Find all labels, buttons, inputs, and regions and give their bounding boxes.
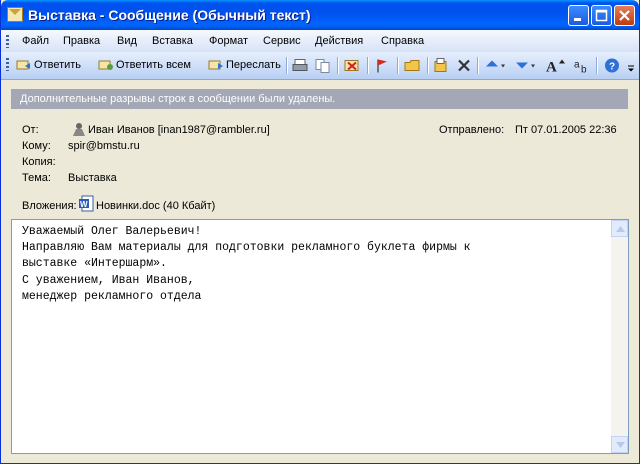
print-icon[interactable] bbox=[292, 56, 308, 75]
sent-label: Отправлено: bbox=[439, 124, 505, 136]
copy-icon[interactable] bbox=[315, 56, 331, 75]
svg-text:W: W bbox=[80, 200, 88, 209]
body-line: С уважением, Иван Иванов, bbox=[22, 273, 195, 287]
forward-button[interactable]: Переслать bbox=[208, 56, 281, 75]
message-body[interactable]: Уважаемый Олег Валерьевич! Направляю Вам … bbox=[11, 219, 629, 454]
attachments-label: Вложения: bbox=[22, 200, 77, 212]
junk-mail-icon[interactable] bbox=[344, 56, 360, 75]
vertical-scrollbar[interactable] bbox=[611, 220, 628, 453]
to-value[interactable]: spir@bmstu.ru bbox=[68, 140, 140, 152]
scroll-down-arrow-icon bbox=[616, 442, 625, 448]
toolbar-separator bbox=[286, 57, 288, 74]
scroll-up-arrow-icon bbox=[616, 226, 625, 232]
message-text[interactable]: Уважаемый Олег Валерьевич! Направляю Вам … bbox=[22, 224, 471, 305]
reply-label: Ответить bbox=[34, 59, 82, 71]
contact-icon bbox=[73, 123, 85, 136]
to-label: Кому: bbox=[22, 140, 51, 152]
menu-edit[interactable]: Правка bbox=[63, 35, 100, 47]
subject-value: Выставка bbox=[68, 172, 117, 184]
reply-button[interactable]: Ответить bbox=[16, 56, 81, 75]
toolbar-separator bbox=[337, 57, 339, 74]
reply-all-icon bbox=[98, 60, 113, 71]
delete-icon[interactable] bbox=[456, 56, 472, 75]
word-document-icon[interactable]: W bbox=[79, 195, 95, 212]
body-line: выставке «Интершарм». bbox=[22, 257, 167, 271]
sent-value: Пт 07.01.2005 22:36 bbox=[515, 124, 617, 136]
from-label: От: bbox=[22, 124, 39, 136]
maximize-icon bbox=[595, 9, 608, 22]
translate-icon[interactable]: ab bbox=[573, 56, 591, 76]
standard-toolbar: Ответить Ответить всем Переслать A ab ? bbox=[1, 52, 639, 80]
categorize-icon[interactable] bbox=[433, 56, 449, 75]
info-bar[interactable]: Дополнительные разрывы строк в сообщении… bbox=[11, 89, 628, 109]
menu-bar: Файл Правка Вид Вставка Формат Сервис Де… bbox=[1, 30, 639, 52]
toolbar-grip[interactable] bbox=[6, 58, 9, 71]
attachment-link[interactable]: Новинки.doc (40 Кбайт) bbox=[96, 200, 215, 212]
svg-text:A: A bbox=[546, 60, 557, 76]
font-size-icon[interactable]: A bbox=[545, 56, 565, 75]
svg-text:b: b bbox=[581, 65, 587, 76]
minimize-button[interactable] bbox=[568, 5, 589, 26]
menu-insert[interactable]: Вставка bbox=[152, 35, 193, 47]
envelope-icon bbox=[7, 7, 23, 22]
menu-actions[interactable]: Действия bbox=[315, 35, 363, 47]
maximize-button[interactable] bbox=[591, 5, 612, 26]
menu-help[interactable]: Справка bbox=[381, 35, 424, 47]
previous-item-icon[interactable] bbox=[484, 56, 506, 75]
close-icon bbox=[619, 10, 630, 21]
toolbar-separator bbox=[367, 57, 369, 74]
toolbar-separator bbox=[596, 57, 598, 74]
svg-text:?: ? bbox=[609, 62, 615, 73]
toolbar-separator bbox=[427, 57, 429, 74]
title-bar[interactable]: Выставка - Сообщение (Обычный текст) bbox=[1, 0, 639, 30]
follow-up-flag-icon[interactable] bbox=[374, 56, 390, 75]
reply-all-button[interactable]: Ответить всем bbox=[98, 56, 191, 75]
menu-file[interactable]: Файл bbox=[22, 35, 49, 47]
message-window: Выставка - Сообщение (Обычный текст) Фай… bbox=[0, 0, 640, 464]
window-title: Выставка - Сообщение (Обычный текст) bbox=[28, 7, 311, 23]
toolbar-separator bbox=[477, 57, 479, 74]
svg-text:a: a bbox=[574, 60, 580, 71]
scroll-up-button[interactable] bbox=[611, 220, 628, 237]
minimize-icon bbox=[574, 18, 581, 21]
menu-view[interactable]: Вид bbox=[117, 35, 137, 47]
close-button[interactable] bbox=[614, 5, 635, 26]
reply-all-label: Ответить всем bbox=[116, 59, 191, 71]
scroll-down-button[interactable] bbox=[611, 436, 628, 453]
toolbar-options-icon[interactable] bbox=[626, 56, 636, 75]
cc-label: Копия: bbox=[22, 156, 56, 168]
menu-grip[interactable] bbox=[6, 35, 9, 48]
body-line: Направляю Вам материалы для подготовки р… bbox=[22, 241, 471, 255]
move-to-folder-icon[interactable] bbox=[404, 56, 420, 75]
toolbar-separator bbox=[397, 57, 399, 74]
from-value[interactable]: Иван Иванов [inan1987@rambler.ru] bbox=[88, 124, 270, 136]
menu-format[interactable]: Формат bbox=[209, 35, 248, 47]
body-line: Уважаемый Олег Валерьевич! bbox=[22, 225, 202, 238]
body-line: менеджер рекламного отдела bbox=[22, 289, 202, 303]
reply-icon bbox=[16, 60, 30, 70]
forward-icon bbox=[208, 60, 223, 70]
forward-label: Переслать bbox=[226, 59, 281, 71]
menu-tools[interactable]: Сервис bbox=[263, 35, 301, 47]
next-item-icon[interactable] bbox=[514, 56, 536, 75]
help-icon[interactable]: ? bbox=[604, 56, 620, 75]
subject-label: Тема: bbox=[22, 172, 51, 184]
